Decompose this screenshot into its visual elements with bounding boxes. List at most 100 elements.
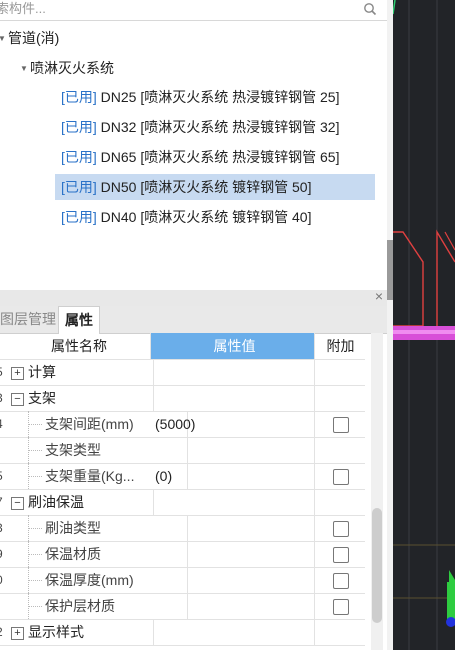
- tree-leaf-label: DN25 [喷淋灭火系统 热浸镀锌钢管 25]: [100, 89, 340, 105]
- used-tag: [已用]: [61, 89, 97, 105]
- tab-bar: 图层管理 属性: [0, 306, 387, 334]
- checkbox[interactable]: [332, 469, 349, 486]
- used-tag: [已用]: [61, 209, 97, 225]
- additional-cell: [316, 411, 365, 437]
- tree-connector: [28, 450, 42, 451]
- checkbox[interactable]: [332, 573, 349, 590]
- additional-cell: [316, 515, 365, 541]
- property-name-label: 显示样式: [28, 624, 84, 640]
- cad-canvas[interactable]: [393, 0, 455, 650]
- checkbox[interactable]: [332, 521, 349, 538]
- property-row[interactable]: 保护层材质: [0, 593, 365, 620]
- used-tag: [已用]: [61, 179, 97, 195]
- grid-scrollbar[interactable]: [371, 333, 383, 650]
- property-value[interactable]: [151, 385, 315, 411]
- expand-icon[interactable]: +: [11, 626, 24, 640]
- property-value[interactable]: [151, 437, 315, 463]
- tree-leaf-label: DN32 [喷淋灭火系统 热浸镀锌钢管 32]: [100, 119, 340, 135]
- row-number: [0, 437, 6, 463]
- expand-icon[interactable]: +: [11, 366, 24, 380]
- row-number: 7: [0, 489, 6, 515]
- close-icon[interactable]: ×: [375, 288, 383, 304]
- collapse-icon[interactable]: −: [11, 392, 24, 406]
- additional-cell: [316, 463, 365, 489]
- scrollbar-thumb[interactable]: [372, 508, 382, 623]
- property-value[interactable]: [151, 489, 315, 515]
- tree-leaf-label: DN50 [喷淋灭火系统 镀锌钢管 50]: [100, 179, 312, 195]
- tree-node-pipe[interactable]: ▼ 管道(消): [0, 28, 59, 49]
- search-input[interactable]: 索构件...: [0, 0, 46, 18]
- additional-cell: [316, 385, 365, 411]
- property-name-label: 支架重量(Kg...: [45, 468, 135, 484]
- tree-connector: [28, 606, 42, 607]
- header-property-value[interactable]: 属性值: [151, 333, 315, 359]
- property-row[interactable]: 4 支架间距(mm) (5000): [0, 411, 365, 438]
- tree-node-label: 喷淋灭火系统: [30, 60, 114, 76]
- property-name-label: 保护层材质: [45, 598, 115, 614]
- property-name-label: 支架间距(mm): [45, 416, 134, 432]
- search-bar[interactable]: 索构件...: [0, 0, 387, 21]
- property-name-label: 支架: [28, 390, 56, 406]
- tab-layer-management[interactable]: 图层管理: [0, 306, 62, 333]
- property-row[interactable]: 5 + 计算: [0, 359, 365, 386]
- property-row[interactable]: 支架类型: [0, 437, 365, 464]
- row-number: 9: [0, 541, 6, 567]
- property-row[interactable]: 3−支架: [0, 385, 365, 412]
- property-value[interactable]: (0): [151, 463, 315, 489]
- property-row[interactable]: 3 刷油类型: [0, 515, 365, 542]
- row-number: 4: [0, 411, 6, 437]
- property-row[interactable]: 9 保温材质: [0, 541, 365, 568]
- tree-node-sprinkler-system[interactable]: ▼ 喷淋灭火系统: [20, 58, 114, 79]
- property-row[interactable]: 2 + 显示样式: [0, 619, 365, 646]
- property-name-label: 保温厚度(mm): [45, 572, 134, 588]
- property-row[interactable]: 7−刷油保温: [0, 489, 365, 516]
- header-additional[interactable]: 附加: [316, 333, 365, 359]
- tree-connector: [28, 528, 42, 529]
- property-name: + 显示样式: [8, 619, 154, 645]
- property-row[interactable]: 0 保温厚度(mm): [0, 567, 365, 594]
- row-number: 2: [0, 619, 6, 645]
- additional-cell: [316, 593, 365, 619]
- property-value[interactable]: [151, 359, 315, 385]
- tree-connector: [28, 476, 42, 477]
- property-name-label: 计算: [28, 364, 56, 380]
- tab-properties[interactable]: 属性: [58, 306, 100, 334]
- tree-node-label: 管道(消): [8, 30, 60, 46]
- used-tag: [已用]: [61, 119, 97, 135]
- tree-leaf-item[interactable]: [已用] DN40 [喷淋灭火系统 镀锌钢管 40]: [58, 204, 315, 230]
- tree-leaf-item[interactable]: [已用] DN65 [喷淋灭火系统 热浸镀锌钢管 65]: [58, 144, 343, 170]
- tree-leaf-item[interactable]: [已用] DN25 [喷淋灭火系统 热浸镀锌钢管 25]: [58, 84, 343, 110]
- tree-connector: [28, 424, 42, 425]
- tree-leaf-item[interactable]: [已用] DN50 [喷淋灭火系统 镀锌钢管 50]: [55, 174, 375, 200]
- property-value[interactable]: [151, 541, 315, 567]
- additional-cell: [316, 359, 365, 385]
- header-property-name[interactable]: 属性名称: [8, 333, 151, 359]
- expand-triangle-icon[interactable]: ▼: [0, 29, 8, 49]
- tree-leaf-label: DN65 [喷淋灭火系统 热浸镀锌钢管 65]: [100, 149, 340, 165]
- checkbox[interactable]: [332, 547, 349, 564]
- property-value[interactable]: (5000): [151, 411, 315, 437]
- property-value[interactable]: [151, 515, 315, 541]
- tree-connector: [28, 580, 42, 581]
- property-row[interactable]: 5 支架重量(Kg... (0): [0, 463, 365, 490]
- row-number: 3: [0, 515, 6, 541]
- property-name: − 支架: [8, 385, 154, 411]
- property-name-label: 刷油保温: [28, 494, 84, 510]
- cad-drawing: [393, 0, 455, 650]
- row-number: 3: [0, 385, 6, 411]
- additional-cell: [316, 437, 365, 463]
- row-number: [0, 593, 6, 619]
- checkbox[interactable]: [332, 599, 349, 616]
- tree-leaf-item[interactable]: [已用] DN32 [喷淋灭火系统 热浸镀锌钢管 32]: [58, 114, 343, 140]
- expand-triangle-icon[interactable]: ▼: [20, 59, 30, 79]
- row-number: 0: [0, 567, 6, 593]
- component-tree: ▼ 管道(消) ▼ 喷淋灭火系统 [已用] DN25 [喷淋灭火系统 热浸镀锌钢管 …: [0, 22, 387, 290]
- property-value[interactable]: [151, 567, 315, 593]
- additional-cell: [316, 489, 365, 515]
- property-value[interactable]: [151, 593, 315, 619]
- additional-cell: [316, 619, 365, 645]
- property-value[interactable]: [151, 619, 315, 645]
- search-icon[interactable]: [363, 2, 377, 16]
- checkbox[interactable]: [332, 417, 349, 434]
- collapse-icon[interactable]: −: [11, 496, 24, 510]
